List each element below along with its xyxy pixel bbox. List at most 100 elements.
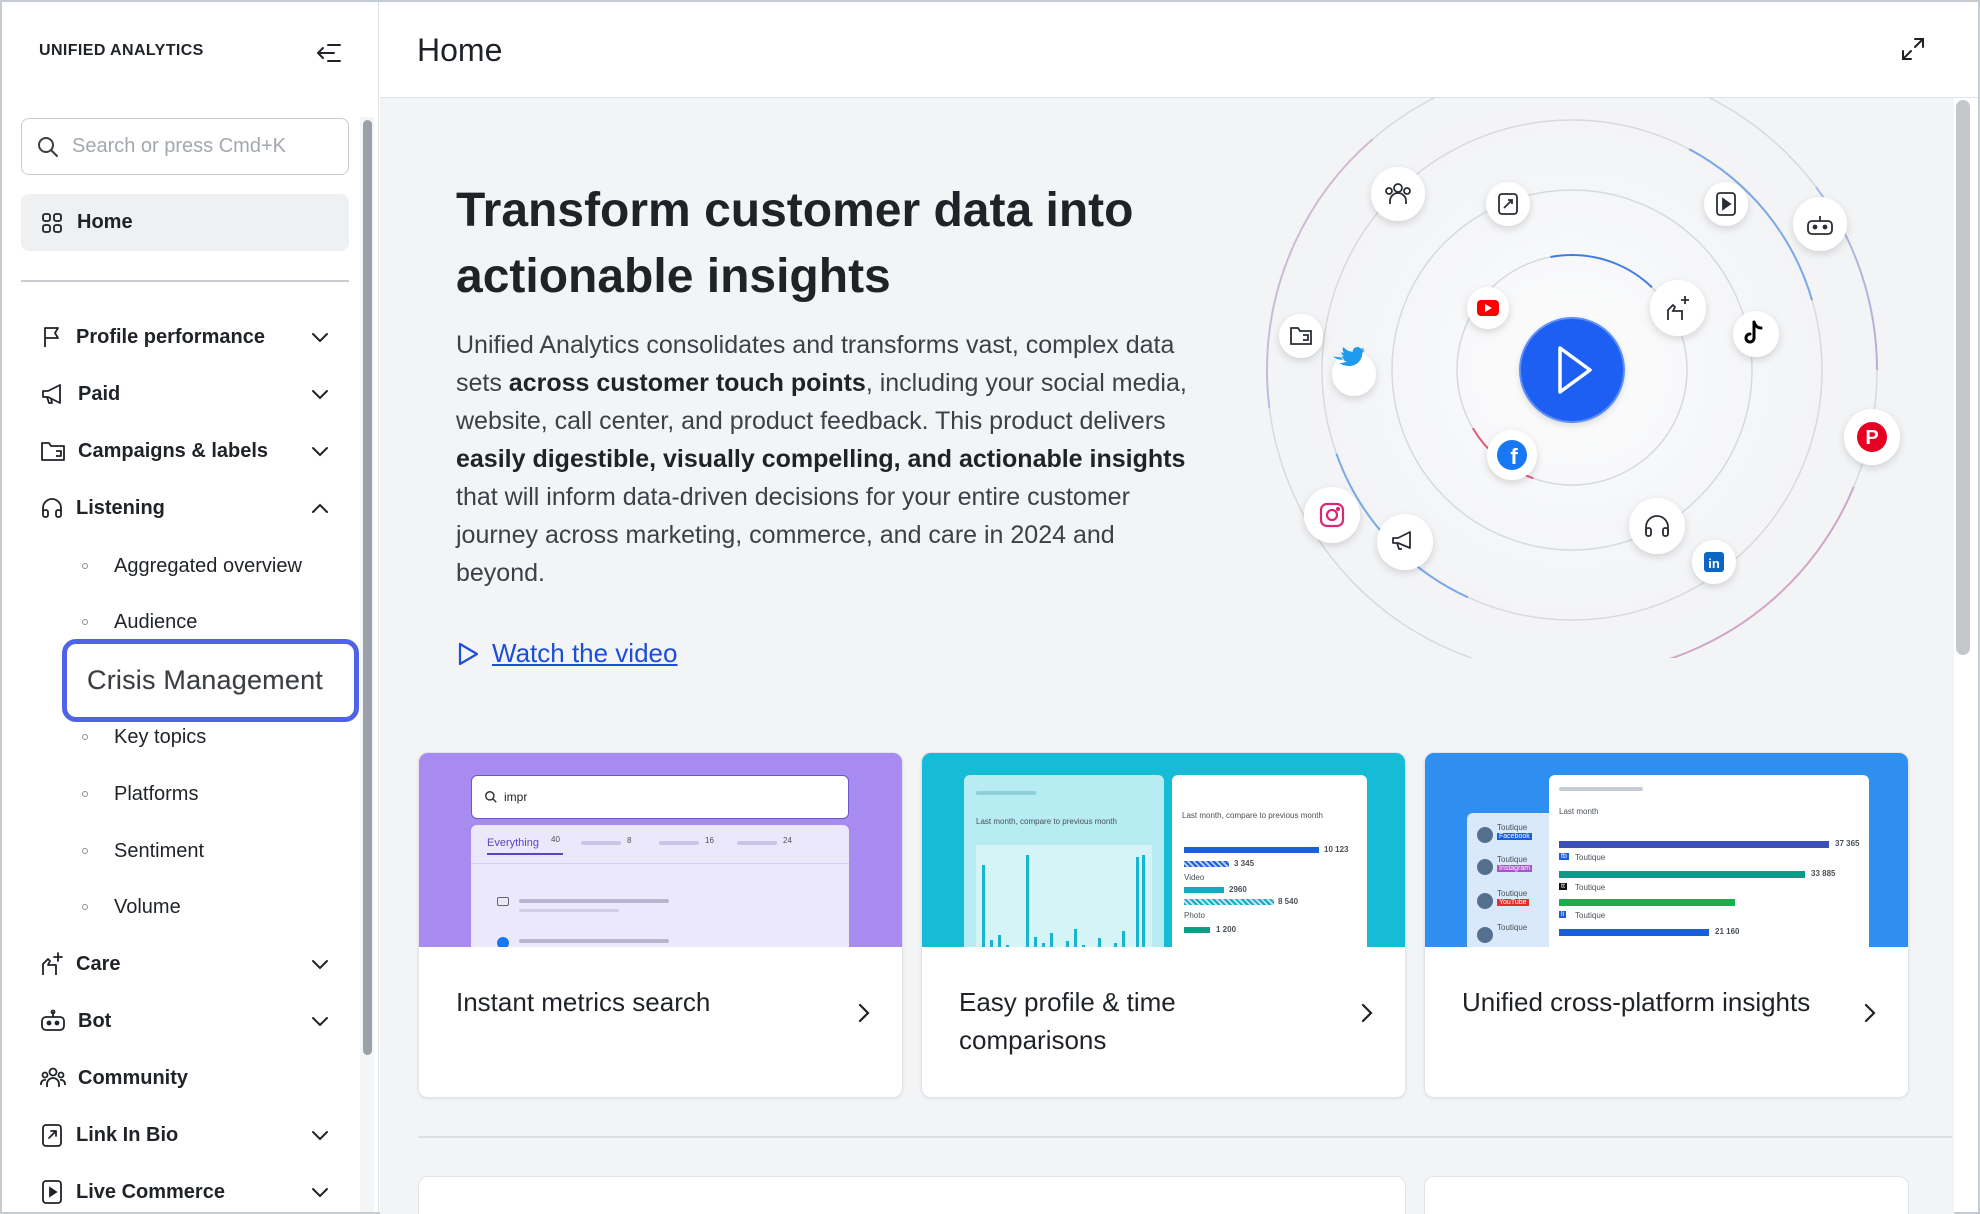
chevron-right-icon (858, 1003, 870, 1023)
sidebar-subitem-sentiment[interactable]: Sentiment (82, 833, 204, 869)
brand-title: UNIFIED ANALYTICS (39, 42, 204, 59)
sidebar-scrollbar-thumb[interactable] (363, 120, 372, 1055)
hero-illustration: P f in (1200, 98, 1940, 690)
preview-hbar-panel: Last month 37 365 fb Toutique 33 885 tt … (1549, 775, 1869, 947)
preview-platform-tag: Instagram (1497, 865, 1533, 872)
preview-platform-tag: YouTube (1497, 899, 1529, 906)
sidebar-item-bot[interactable]: Bot (40, 1001, 340, 1041)
preview-value: 37 365 (1835, 839, 1860, 848)
card-title: Easy profile & time comparisons (959, 987, 1176, 1055)
sidebar-item-care[interactable]: Care (40, 944, 340, 984)
sidebar: UNIFIED ANALYTICS Home Profile performan… (2, 2, 379, 1212)
preview-profile-name: Toutique (1497, 855, 1528, 864)
sidebar-item-home[interactable]: Home (21, 194, 349, 251)
preview-value: 1 200 (1216, 925, 1237, 934)
sidebar-subitem-platforms[interactable]: Platforms (82, 776, 198, 812)
linkedin-icon: in (1704, 552, 1724, 572)
sidebar-item-label: Bot (78, 1009, 112, 1032)
sidebar-item-campaigns-labels[interactable]: Campaigns & labels (40, 431, 340, 471)
preview-value: 10 123 (1324, 845, 1349, 854)
bullet-dot (82, 791, 88, 797)
sidebar-subitem-aggregated-overview[interactable]: Aggregated overview (82, 548, 302, 584)
preview-value: 21 160 (1715, 927, 1740, 936)
facebook-icon: f (1497, 440, 1527, 470)
sidebar-item-label: Paid (78, 382, 121, 405)
preview-value: 8 540 (1278, 897, 1299, 906)
bullet-dot (82, 619, 88, 625)
chevron-down-icon (308, 382, 332, 406)
chevron-down-icon (308, 325, 332, 349)
preview-profile-name: Toutique (1497, 889, 1528, 898)
section-divider (418, 1136, 1952, 1138)
sidebar-item-label: Link In Bio (76, 1123, 179, 1146)
preview-tab-label: Everything (487, 837, 539, 849)
sidebar-item-label: Home (77, 211, 133, 233)
preview-count: 8 (627, 836, 632, 845)
search-box[interactable] (21, 118, 349, 175)
card-preview: impr Everything 40 8 16 24 (419, 753, 902, 947)
hero-desc-bold: easily digestible, visually compelling, … (456, 445, 1186, 473)
bullet-dot (82, 563, 88, 569)
watch-video-link[interactable]: Watch the video (456, 638, 677, 669)
svg-text:in: in (1708, 556, 1720, 571)
collapse-sidebar-button[interactable] (314, 38, 344, 68)
next-section-card[interactable] (1424, 1176, 1909, 1214)
sidebar-subitem-audience[interactable]: Audience (82, 604, 197, 640)
next-section-card[interactable] (418, 1176, 1406, 1214)
sidebar-item-profile-performance[interactable]: Profile performance (40, 317, 340, 357)
preview-profile-name: Toutique (1575, 911, 1606, 920)
sidebar-item-paid[interactable]: Paid (40, 374, 340, 414)
preview-bar-panel: Last month, compare to previous month (964, 775, 1164, 947)
chevron-right-icon (1361, 1003, 1373, 1023)
orbit-graphic: P f in (1252, 98, 1900, 690)
flag-icon (44, 327, 59, 347)
preview-panel-label: Last month, compare to previous month (976, 817, 1117, 826)
sidebar-item-label: Campaigns & labels (78, 439, 269, 462)
search-icon (485, 791, 497, 803)
sidebar-subitem-volume[interactable]: Volume (82, 889, 181, 925)
search-input[interactable] (72, 135, 322, 158)
sidebar-subitem-crisis-management[interactable]: Crisis Management (62, 639, 359, 722)
card-preview: Last month, compare to previous month La… (922, 753, 1405, 947)
preview-profile-name: Toutique (1575, 853, 1606, 862)
sidebar-subitem-label: Platforms (114, 782, 199, 805)
preview-value: 3 345 (1234, 859, 1255, 868)
sidebar-subitem-label: Crisis Management (87, 665, 323, 695)
preview-count: 16 (705, 836, 714, 845)
sidebar-item-community[interactable]: Community (40, 1058, 340, 1098)
preview-results: Everything 40 8 16 24 (471, 825, 849, 947)
hero-desc-bold: across customer touch points (508, 369, 866, 397)
chevron-down-icon (308, 1123, 332, 1147)
feature-card-cross-platform[interactable]: Toutique Facebook Toutique Instagram Tou… (1424, 752, 1909, 1098)
pinterest-icon: P (1857, 422, 1887, 452)
preview-count: 24 (783, 836, 792, 845)
sidebar-subitem-key-topics[interactable]: Key topics (82, 719, 206, 755)
chevron-down-icon (308, 1180, 332, 1204)
preview-profile-name: Toutique (1497, 823, 1528, 832)
youtube-icon (1477, 300, 1499, 316)
sidebar-subitem-label: Volume (114, 895, 181, 918)
sidebar-item-live-commerce[interactable]: Live Commerce (40, 1172, 340, 1212)
care-hand-icon (42, 952, 63, 975)
card-title: Unified cross-platform insights (1462, 987, 1811, 1017)
bot-icon (41, 1009, 65, 1031)
svg-text:f: f (1510, 444, 1518, 469)
preview-platform-tag: Facebook (1497, 833, 1532, 840)
hero-title: Transform customer data into actionable … (456, 184, 1134, 303)
chevron-right-icon (1864, 1003, 1876, 1023)
main-scrollbar-thumb[interactable] (1956, 100, 1970, 655)
preview-bars (982, 855, 1145, 947)
card-preview: Toutique Facebook Toutique Instagram Tou… (1425, 753, 1908, 947)
people-icon (40, 1067, 66, 1087)
feature-card-profile-comparisons[interactable]: Last month, compare to previous month La… (921, 752, 1406, 1098)
search-icon (38, 136, 58, 157)
sidebar-item-link-in-bio[interactable]: Link In Bio (40, 1115, 340, 1155)
page-title: Home (417, 32, 503, 68)
expand-button[interactable] (1898, 34, 1928, 64)
sidebar-item-label: Live Commerce (76, 1180, 225, 1203)
sidebar-item-listening[interactable]: Listening (40, 488, 340, 528)
feature-card-metrics-search[interactable]: impr Everything 40 8 16 24 Instant metri (418, 752, 903, 1098)
preview-value: 2960 (1229, 885, 1247, 894)
play-video-button[interactable] (1519, 317, 1625, 423)
preview-panel-label: Last month (1559, 807, 1599, 816)
